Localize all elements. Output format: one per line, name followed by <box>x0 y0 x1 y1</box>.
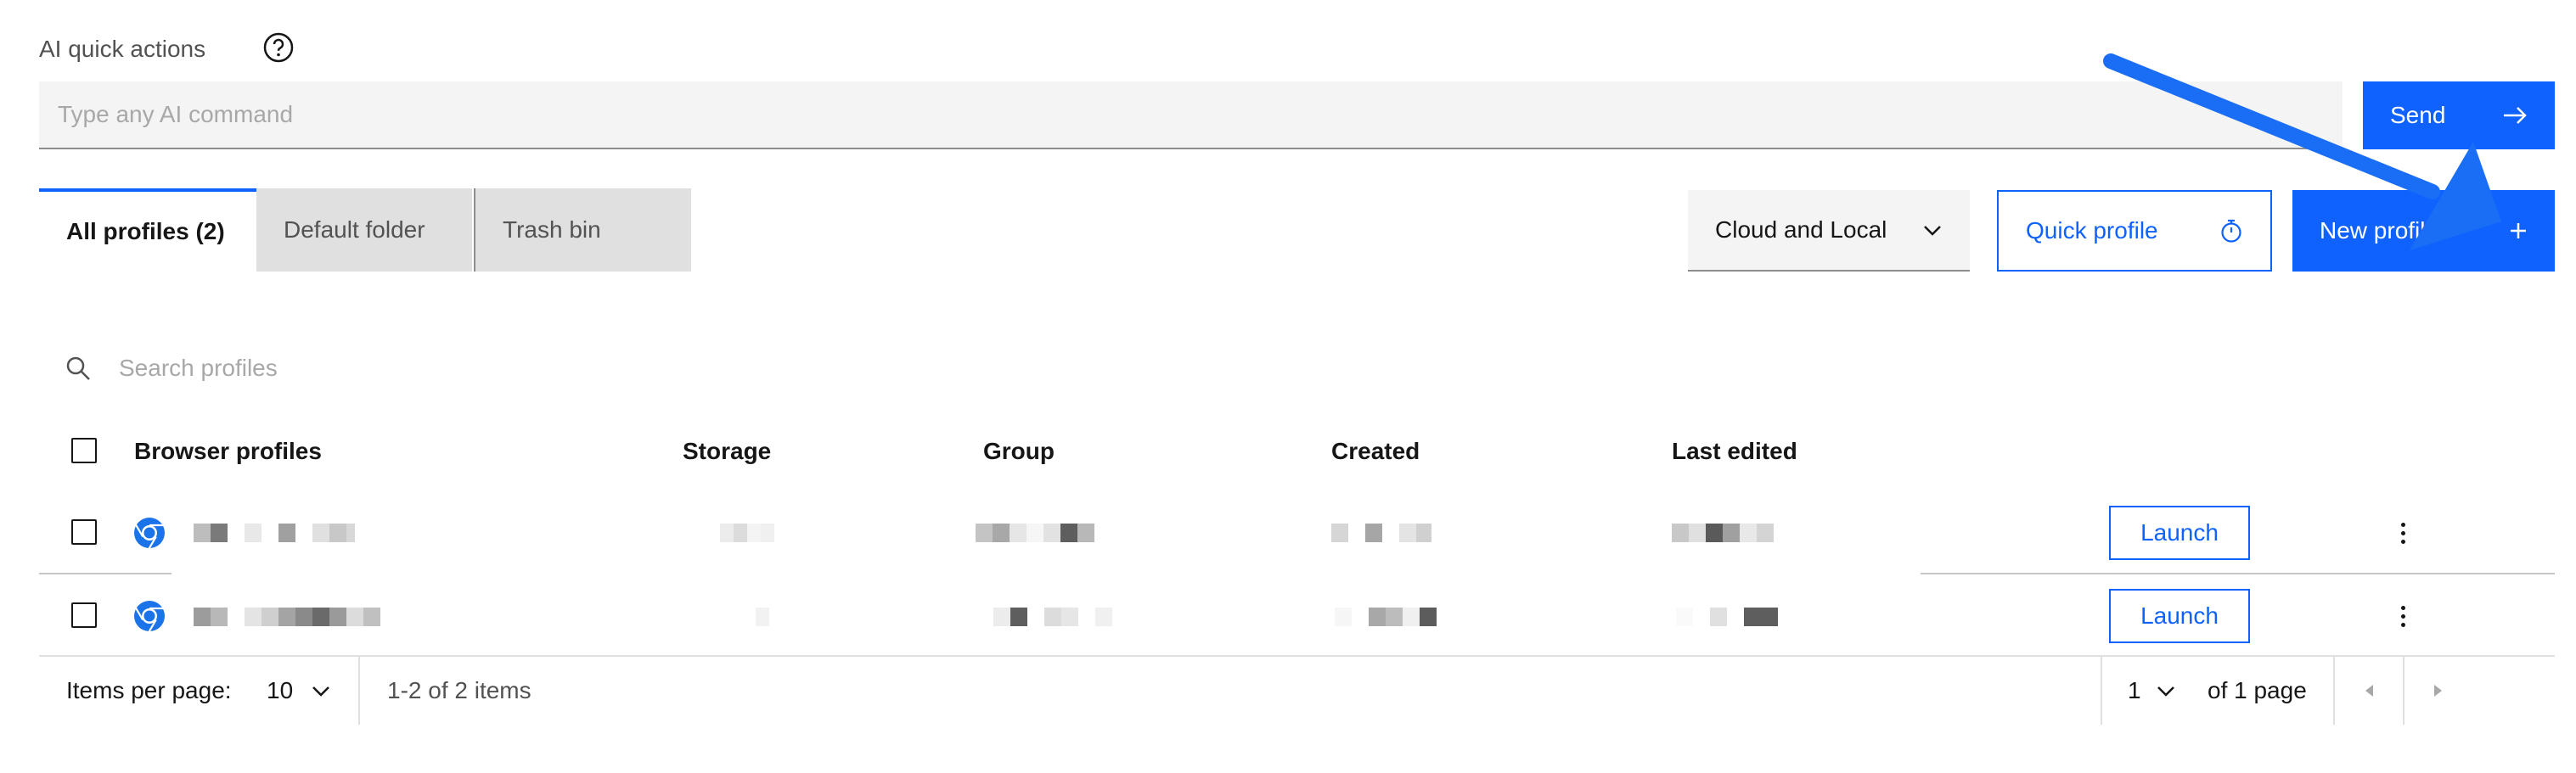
of-pages-text: of 1 page <box>2208 677 2307 703</box>
blurred-storage <box>720 524 774 542</box>
plus-icon <box>2509 221 2528 240</box>
page-value: 1 <box>2128 677 2141 703</box>
arrow-right-icon <box>2502 105 2528 126</box>
blurred-group <box>993 608 1112 626</box>
search-profiles-input[interactable] <box>102 343 951 394</box>
launch-label: Launch <box>2140 602 2219 629</box>
next-page-button[interactable] <box>2404 657 2472 725</box>
items-per-page-label: Items per page: <box>66 677 232 703</box>
launch-button[interactable]: Launch <box>2109 506 2250 560</box>
select-all-checkbox[interactable] <box>71 438 97 463</box>
chrome-icon <box>132 599 166 633</box>
tab-trash-bin[interactable]: Trash bin <box>474 188 691 272</box>
tab-all-profiles[interactable]: All profiles (2) <box>39 188 256 272</box>
storage-location-value: Cloud and Local <box>1715 216 1887 243</box>
items-per-page-select[interactable]: 10 <box>267 674 330 708</box>
blurred-last-edited <box>1672 524 1774 542</box>
column-header-storage[interactable]: Storage <box>683 434 771 468</box>
row-checkbox[interactable] <box>71 519 97 545</box>
tab-label: Trash bin <box>503 216 601 243</box>
column-header-created[interactable]: Created <box>1331 434 1420 468</box>
help-icon[interactable] <box>262 31 295 64</box>
launch-label: Launch <box>2140 519 2219 546</box>
storage-location-select[interactable]: Cloud and Local <box>1688 190 1970 272</box>
blurred-last-edited <box>1676 608 1778 626</box>
ai-command-input[interactable] <box>39 81 2343 149</box>
overflow-menu-icon[interactable] <box>2394 516 2411 550</box>
blurred-group <box>976 524 1094 542</box>
previous-page-button[interactable] <box>2335 657 2403 725</box>
pagination-separator <box>358 657 360 725</box>
chevron-down-icon <box>1922 223 1943 237</box>
row-checkbox[interactable] <box>71 602 97 628</box>
chevron-down-icon <box>312 685 330 697</box>
column-header-last-edited[interactable]: Last edited <box>1672 434 1797 468</box>
overflow-menu-icon[interactable] <box>2394 599 2411 633</box>
quick-profile-button[interactable]: Quick profile <box>1997 190 2272 272</box>
launch-button[interactable]: Launch <box>2109 589 2250 643</box>
blurred-created <box>1335 608 1437 626</box>
send-button-label: Send <box>2390 102 2446 128</box>
blurred-storage <box>756 608 769 626</box>
blurred-created <box>1331 524 1431 542</box>
chrome-icon <box>132 516 166 550</box>
tab-label: All profiles (2) <box>66 218 225 244</box>
page-select[interactable]: 1 <box>2128 674 2175 708</box>
quick-profile-label: Quick profile <box>2026 217 2158 244</box>
pagination-divider <box>39 655 2555 657</box>
timer-icon <box>2219 218 2243 244</box>
column-header-browser-profiles[interactable]: Browser profiles <box>134 434 322 468</box>
items-per-page-value: 10 <box>267 677 294 703</box>
pagination-separator <box>2101 657 2102 725</box>
caret-left-icon <box>2363 683 2375 698</box>
caret-right-icon <box>2433 683 2444 698</box>
tab-default-folder[interactable]: Default folder <box>256 188 472 272</box>
new-profile-button[interactable]: New profile <box>2292 190 2555 272</box>
send-button[interactable]: Send <box>2363 81 2555 149</box>
column-header-group[interactable]: Group <box>983 434 1055 468</box>
blurred-profile-name <box>194 608 380 626</box>
tab-label: Default folder <box>284 216 425 243</box>
row-divider <box>39 573 172 574</box>
items-range-text: 1-2 of 2 items <box>387 677 532 703</box>
chevron-down-icon <box>2157 685 2175 697</box>
search-icon <box>65 355 92 382</box>
row-divider <box>1921 573 2555 574</box>
ai-quick-actions-label: AI quick actions <box>39 36 206 62</box>
new-profile-label: New profile <box>2320 217 2439 244</box>
blurred-profile-name <box>194 524 355 542</box>
